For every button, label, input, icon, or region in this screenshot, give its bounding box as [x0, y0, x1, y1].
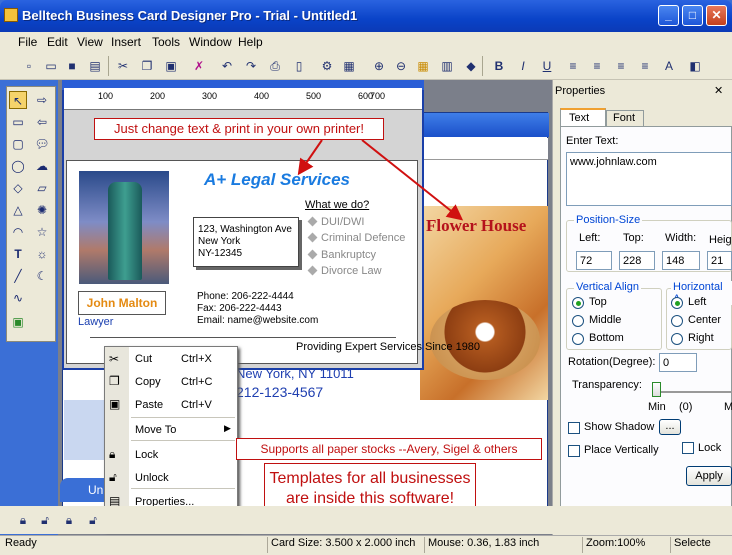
transparency-value: (0): [679, 401, 693, 413]
lock-icon[interactable]: 🔒︎: [14, 511, 32, 529]
lock-all-icon[interactable]: 🔒︎: [60, 511, 78, 529]
h-center-label: Center: [688, 314, 722, 326]
rotation-field[interactable]: 0: [659, 353, 697, 372]
text-input[interactable]: www.johnlaw.com: [566, 152, 732, 206]
width-field[interactable]: 148: [662, 251, 700, 270]
h-right-label: Right: [688, 332, 714, 344]
panel-close-icon[interactable]: ✕: [714, 84, 723, 97]
v-top-label: Top: [589, 296, 607, 308]
transparency-min: Min: [648, 401, 666, 413]
status-select: Selecte: [670, 537, 711, 553]
h-left-radio[interactable]: [671, 297, 683, 309]
transparency-slider[interactable]: [652, 382, 661, 397]
bottom-toolbar: 🔒︎ 🔓︎ 🔒︎ 🔓︎: [0, 506, 732, 534]
lock-label: Lock: [698, 442, 722, 454]
position-size-label: Position-Size: [574, 214, 643, 226]
transparency-track: [656, 391, 732, 393]
h-center-radio[interactable]: [671, 315, 683, 327]
status-ready: Ready: [5, 537, 37, 549]
h-right-radio[interactable]: [671, 333, 683, 345]
status-mouse: Mouse: 0.36, 1.83 inch: [424, 537, 539, 553]
shadow-options-button[interactable]: ...: [659, 419, 681, 435]
rotation-label: Rotation(Degree):: [568, 356, 656, 368]
unlock-icon[interactable]: 🔓︎: [36, 511, 54, 529]
v-bottom-label: Bottom: [589, 332, 624, 344]
place-vertically-label: Place Vertically: [584, 444, 659, 456]
place-vertically-checkbox[interactable]: [568, 445, 580, 457]
tab-text[interactable]: Text: [560, 108, 606, 126]
show-shadow-label: Show Shadow: [584, 421, 655, 433]
unlock-all-icon[interactable]: 🔓︎: [84, 511, 102, 529]
width-label: Width:: [665, 232, 697, 244]
top-label: Top:: [623, 232, 644, 244]
left-label: Left:: [579, 232, 601, 244]
left-field[interactable]: 72: [576, 251, 612, 270]
h-left-label: Left: [688, 296, 707, 308]
v-bottom-radio[interactable]: [572, 333, 584, 345]
height-label: Heig: [709, 234, 732, 246]
status-card-size: Card Size: 3.500 x 2.000 inch: [267, 537, 415, 553]
v-middle-label: Middle: [589, 314, 622, 326]
properties-title: Properties: [555, 85, 606, 97]
enter-text-label: Enter Text:: [566, 135, 619, 147]
status-zoom: Zoom:100%: [582, 537, 645, 553]
top-field[interactable]: 228: [619, 251, 655, 270]
v-top-radio[interactable]: [572, 297, 584, 309]
v-middle-radio[interactable]: [572, 315, 584, 327]
apply-button[interactable]: Apply: [686, 466, 732, 486]
tab-font[interactable]: Font: [606, 110, 644, 126]
transparency-max: M: [724, 401, 732, 413]
lock-checkbox[interactable]: [682, 442, 694, 454]
height-field[interactable]: 21: [707, 251, 732, 270]
transparency-label: Transparency:: [572, 379, 642, 391]
show-shadow-checkbox[interactable]: [568, 422, 580, 434]
vertical-align-label: Vertical Align: [574, 281, 641, 293]
